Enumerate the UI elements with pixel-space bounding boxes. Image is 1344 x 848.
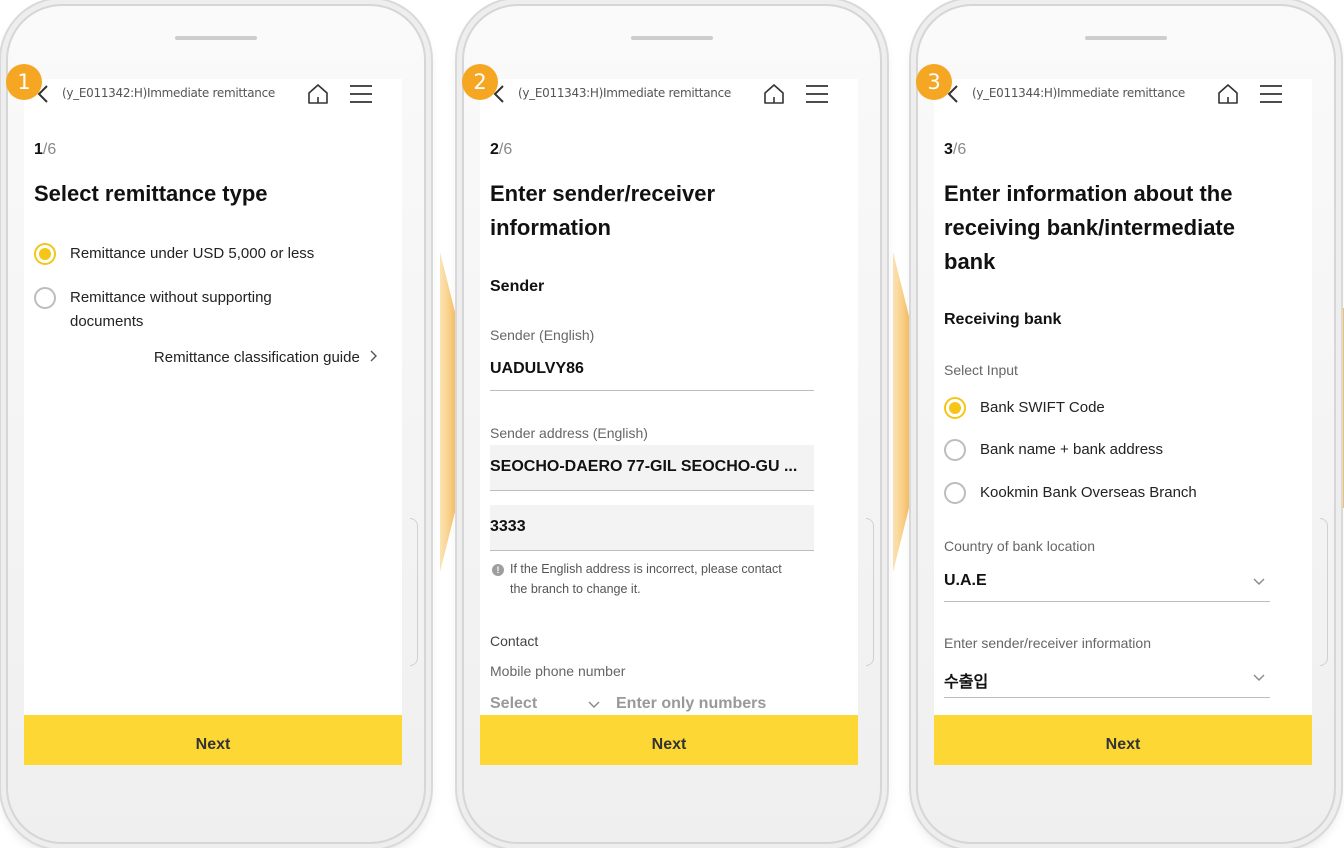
select-input-label: Select Input <box>944 362 1018 378</box>
menu-icon[interactable] <box>1260 84 1282 104</box>
country-select[interactable]: U.A.E <box>944 572 987 590</box>
radio-label: Kookmin Bank Overseas Branch <box>980 484 1197 501</box>
field-underline <box>944 601 1270 602</box>
purpose-select[interactable]: 수출입 <box>944 668 988 692</box>
phone-prefix-select[interactable]: Select <box>490 695 537 713</box>
radio-button[interactable] <box>944 439 966 461</box>
radio-button-selected[interactable] <box>34 243 56 265</box>
address-line2-field[interactable] <box>490 505 814 551</box>
address-notice: If the English address is incorrect, ple… <box>510 562 782 596</box>
radio-label: Remittance under USD 5,000 or less <box>70 245 315 262</box>
mobile-phone-label: Mobile phone number <box>490 663 626 679</box>
radio-option-kookmin-overseas[interactable]: Kookmin Bank Overseas Branch <box>944 482 1197 505</box>
radio-option-bank-name-address[interactable]: Bank name + bank address <box>944 439 1163 462</box>
chevron-down-icon[interactable] <box>1253 576 1265 588</box>
section-title-receiving-bank: Receiving bank <box>944 311 1062 328</box>
radio-label: Bank SWIFT Code <box>980 399 1105 416</box>
step-badge-3: 3 <box>916 64 952 100</box>
radio-button[interactable] <box>34 287 56 309</box>
flow-arrow-3-edge <box>1337 308 1344 508</box>
classification-guide-link[interactable]: Remittance classification guide <box>154 349 378 366</box>
country-label: Country of bank location <box>944 538 1095 554</box>
next-button[interactable]: Next <box>934 715 1312 765</box>
radio-option-usd5000[interactable]: Remittance under USD 5,000 or less <box>34 243 314 266</box>
screen-2: (y_E011343:H)Immediate remittance 2/6 En… <box>480 79 858 765</box>
field-underline <box>490 390 814 391</box>
radio-label: Remittance without supporting documents <box>70 289 272 330</box>
chevron-down-icon[interactable] <box>1253 672 1265 684</box>
step-badge-2: 2 <box>462 64 498 100</box>
next-button[interactable]: Next <box>24 715 402 765</box>
radio-option-swift[interactable]: Bank SWIFT Code <box>944 397 1105 420</box>
step-badge-1: 1 <box>6 64 42 100</box>
speaker-grille <box>631 36 713 40</box>
section-title-sender: Sender <box>490 278 545 295</box>
address-line2-value: 3333 <box>490 518 526 535</box>
phone-frame-2: (y_E011343:H)Immediate remittance 2/6 En… <box>462 4 882 844</box>
contact-label: Contact <box>490 633 539 649</box>
step-indicator: 1/6 <box>34 141 57 158</box>
menu-icon[interactable] <box>806 84 828 104</box>
sender-name-field[interactable]: UADULVY86 <box>490 360 584 378</box>
side-button <box>410 518 418 666</box>
page-title: Enter information about the receiving ba… <box>944 181 1235 274</box>
screen-1: (y_E011342:H)Immediate remittance 1/6 Se… <box>24 79 402 765</box>
app-bar-title: (y_E011343:H)Immediate remittance <box>518 86 731 100</box>
radio-button[interactable] <box>944 482 966 504</box>
sender-address-label: Sender address (English) <box>490 425 648 441</box>
side-button <box>1320 518 1328 666</box>
phone-frame-1: (y_E011342:H)Immediate remittance 1/6 Se… <box>6 4 426 844</box>
radio-button-selected[interactable] <box>944 397 966 419</box>
next-button[interactable]: Next <box>480 715 858 765</box>
home-icon[interactable] <box>762 82 786 106</box>
step-indicator: 3/6 <box>944 141 967 158</box>
app-bar-title: (y_E011342:H)Immediate remittance <box>62 86 275 100</box>
purpose-label: Enter sender/receiver information <box>944 635 1151 651</box>
step-indicator: 2/6 <box>490 141 513 158</box>
phone-frame-3: (y_E011344:H)Immediate remittance 3/6 En… <box>916 4 1336 844</box>
speaker-grille <box>1085 36 1167 40</box>
sender-name-label: Sender (English) <box>490 327 595 343</box>
app-bar-title: (y_E011344:H)Immediate remittance <box>972 86 1185 100</box>
address-line1-value: SEOCHO-DAERO 77-GIL SEOCHO-GU ... <box>490 458 798 475</box>
field-underline <box>944 697 1270 698</box>
radio-label: Bank name + bank address <box>980 441 1164 458</box>
app-bar: (y_E011344:H)Immediate remittance <box>934 79 1312 109</box>
app-bar: (y_E011343:H)Immediate remittance <box>480 79 858 109</box>
menu-icon[interactable] <box>350 84 372 104</box>
page-title: Enter sender/receiver information <box>490 181 716 240</box>
speaker-grille <box>175 36 257 40</box>
info-icon: ! <box>492 564 504 576</box>
app-bar: (y_E011342:H)Immediate remittance <box>24 79 402 109</box>
chevron-down-icon <box>588 701 600 708</box>
home-icon[interactable] <box>1216 82 1240 106</box>
radio-option-no-documents[interactable]: Remittance without supporting documents <box>34 287 310 334</box>
screen-3: (y_E011344:H)Immediate remittance 3/6 En… <box>934 79 1312 765</box>
side-button <box>866 518 874 666</box>
phone-number-input[interactable]: Enter only numbers <box>616 695 766 713</box>
page-title: Select remittance type <box>34 181 268 206</box>
home-icon[interactable] <box>306 82 330 106</box>
chevron-right-icon <box>370 350 377 362</box>
